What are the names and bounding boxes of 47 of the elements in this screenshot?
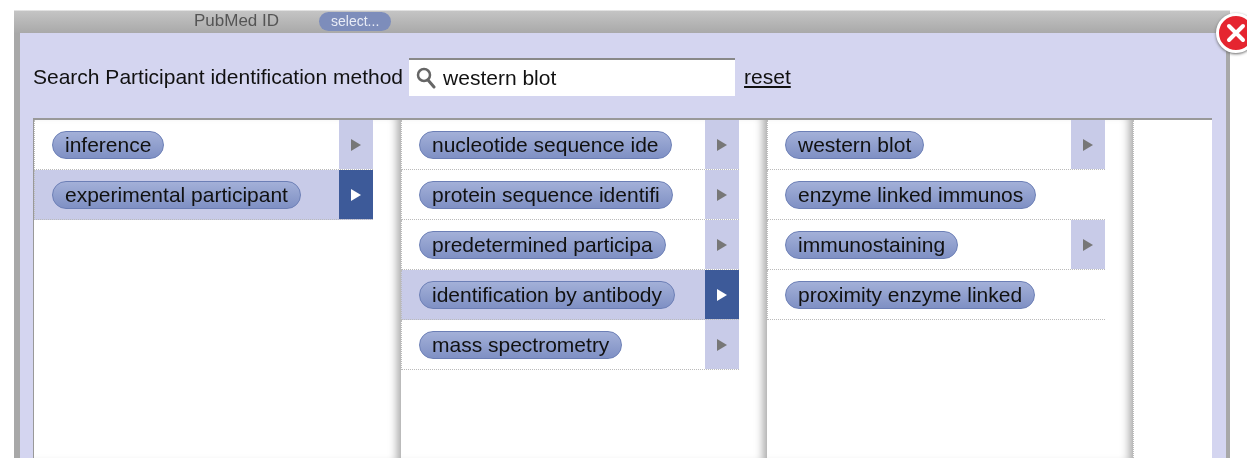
- term-tag: protein sequence identifi: [419, 180, 673, 209]
- tree-row[interactable]: western blot: [767, 120, 1105, 170]
- tree-row[interactable]: immunostaining: [767, 220, 1105, 270]
- expand-button[interactable]: [705, 170, 739, 219]
- expand-button[interactable]: [705, 270, 739, 319]
- term-tag: enzyme linked immunos: [785, 180, 1037, 209]
- tree-row[interactable]: predetermined participa: [401, 220, 739, 270]
- tree-row[interactable]: experimental participant: [34, 170, 373, 220]
- triangle-icon: [716, 337, 728, 352]
- tree-row[interactable]: enzyme linked immunos: [767, 170, 1105, 220]
- expand-button[interactable]: [1071, 220, 1105, 269]
- field-label: PubMed ID: [194, 12, 280, 29]
- tree-row[interactable]: identification by antibody: [401, 270, 739, 320]
- tree-row[interactable]: proximity enzyme linked: [767, 270, 1105, 320]
- term-tag: experimental participant: [52, 180, 301, 209]
- expand-button[interactable]: [705, 320, 739, 369]
- tree-row[interactable]: inference: [34, 120, 373, 170]
- triangle-icon: [350, 137, 362, 152]
- close-icon: [1226, 23, 1246, 43]
- term-tag: predetermined participa: [419, 230, 666, 259]
- search-label: Search Participant identification method: [33, 64, 404, 91]
- expand-button[interactable]: [1071, 120, 1105, 169]
- term-tag: identification by antibody: [419, 280, 675, 309]
- triangle-icon: [716, 187, 728, 202]
- close-button[interactable]: [1216, 13, 1247, 53]
- tree-row[interactable]: protein sequence identifi: [401, 170, 739, 220]
- triangle-icon: [716, 287, 728, 302]
- term-tag: nucleotide sequence ide: [419, 130, 672, 159]
- search-field[interactable]: western blot: [409, 58, 736, 96]
- triangle-icon: [350, 187, 362, 202]
- triangle-icon: [716, 237, 728, 252]
- search-icon: [416, 67, 437, 89]
- term-tag: immunostaining: [785, 230, 959, 259]
- reset-link[interactable]: reset: [744, 61, 791, 93]
- term-tag: mass spectrometry: [419, 330, 623, 359]
- expand-button[interactable]: [339, 120, 373, 169]
- term-tag: proximity enzyme linked: [785, 280, 1036, 309]
- tree-row[interactable]: nucleotide sequence ide: [401, 120, 739, 170]
- expand-button[interactable]: [705, 220, 739, 269]
- expand-button[interactable]: [339, 170, 373, 219]
- triangle-icon: [716, 137, 728, 152]
- tree-row[interactable]: mass spectrometry: [401, 320, 739, 370]
- term-tag: western blot: [785, 130, 925, 159]
- term-tag: inference: [52, 130, 165, 159]
- triangle-icon: [1082, 137, 1094, 152]
- triangle-icon: [1082, 237, 1094, 252]
- expand-button[interactable]: [705, 120, 739, 169]
